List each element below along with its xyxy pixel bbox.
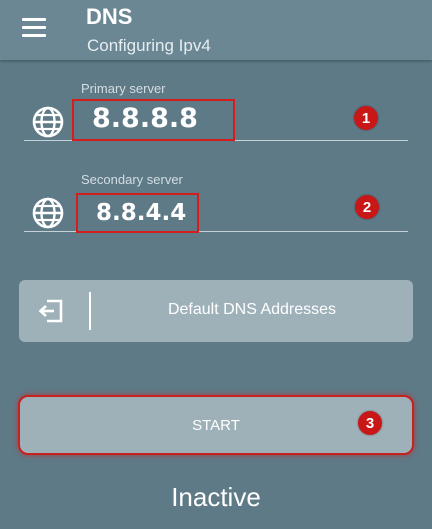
- connection-status: Inactive: [171, 482, 261, 512]
- secondary-server-label: Secondary server: [81, 172, 183, 187]
- hamburger-menu-icon[interactable]: [22, 16, 48, 38]
- default-dns-button-label: Default DNS Addresses: [167, 301, 337, 318]
- exit-icon: [38, 299, 63, 323]
- annotation-marker-1: 1: [354, 106, 378, 130]
- annotation-marker-3: 3: [358, 411, 382, 435]
- app-bar: DNS Configuring Ipv4: [0, 0, 432, 60]
- default-dns-button[interactable]: Default DNS Addresses: [19, 280, 413, 342]
- start-button[interactable]: START: [18, 395, 414, 455]
- app-title: DNS: [86, 4, 133, 29]
- globe-icon: [32, 106, 64, 138]
- start-button-label: START: [192, 417, 240, 434]
- primary-highlight-box: [72, 99, 235, 141]
- secondary-highlight-box: [76, 193, 199, 233]
- globe-icon: [32, 197, 64, 229]
- primary-server-label: Primary server: [81, 81, 166, 96]
- app-subtitle: Configuring Ipv4: [87, 36, 211, 55]
- annotation-marker-2: 2: [355, 195, 379, 219]
